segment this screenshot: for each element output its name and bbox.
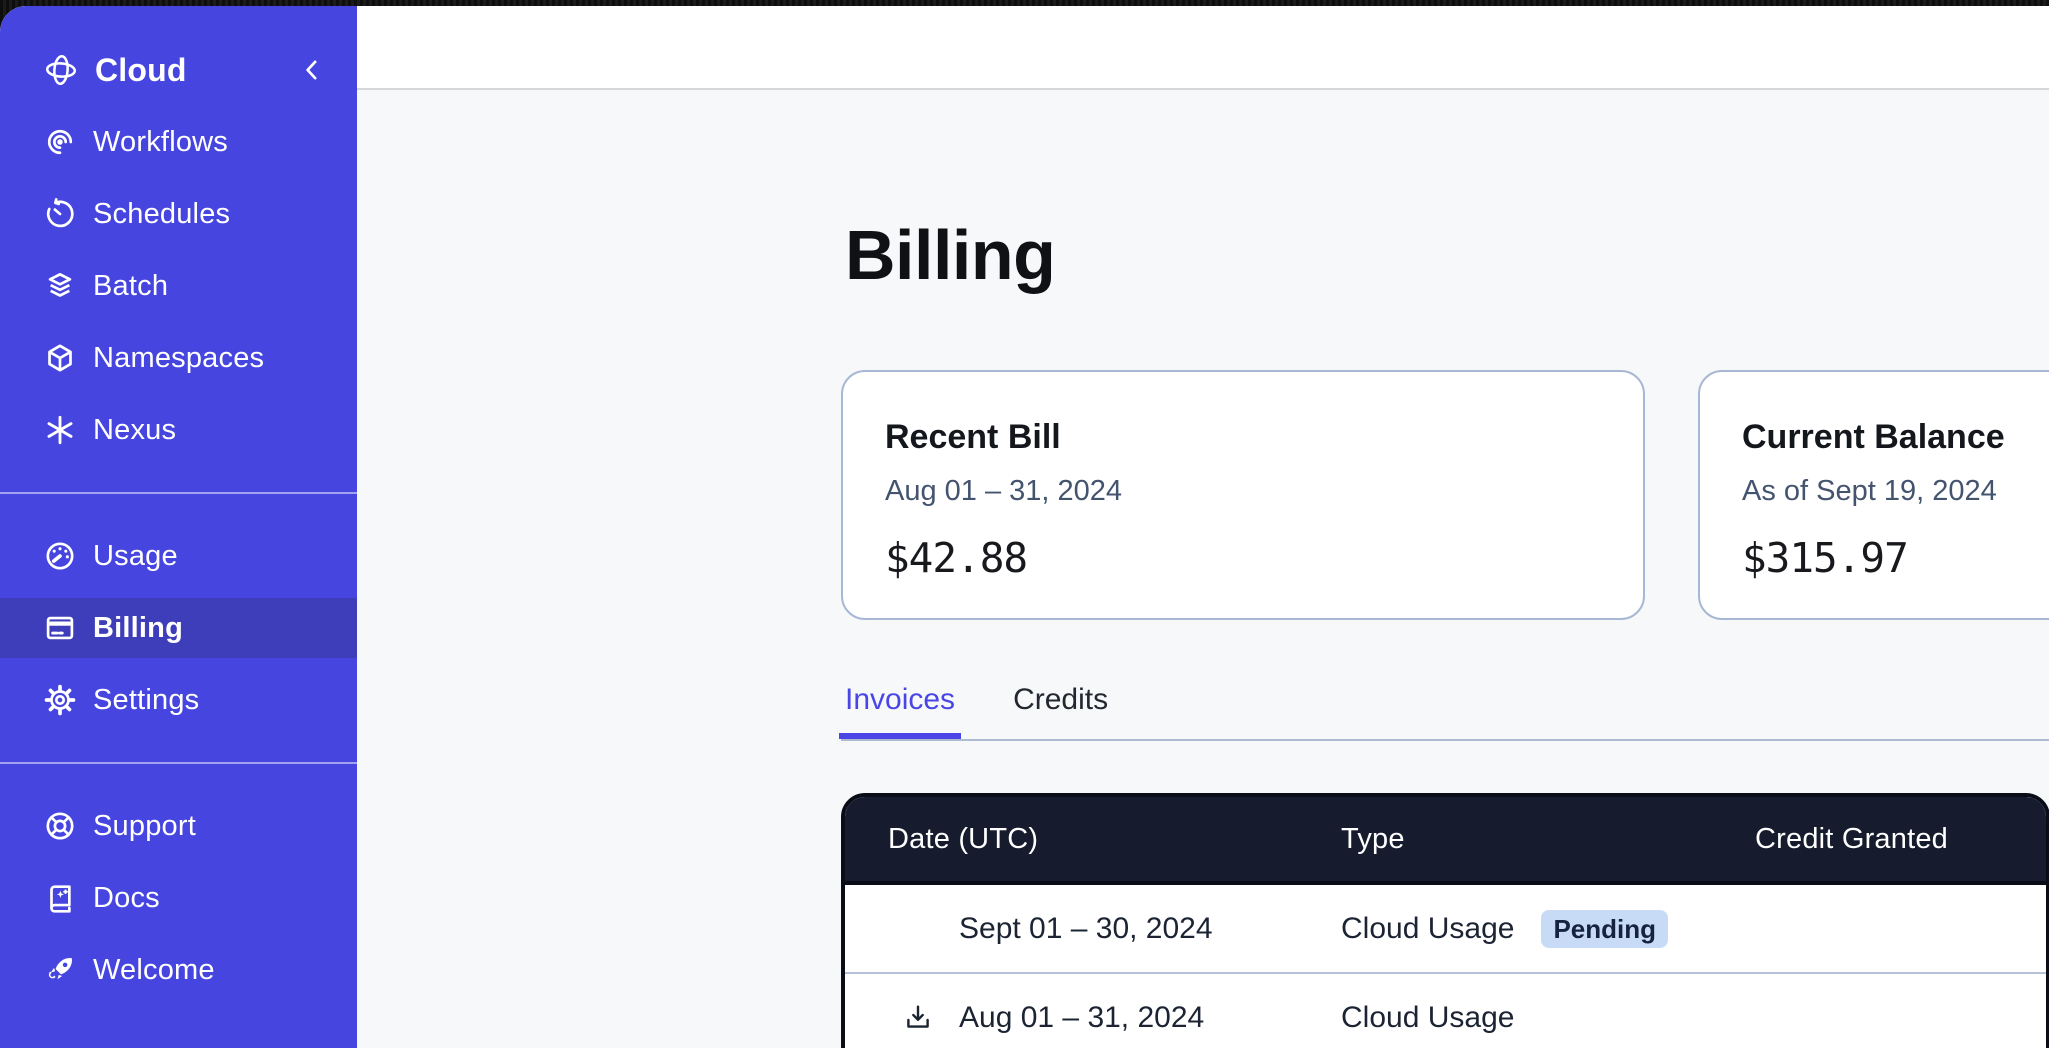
sidebar-item-label: Workflows: [93, 126, 228, 159]
sidebar-item-label: Nexus: [93, 414, 176, 447]
invoice-date: Aug 01 – 31, 2024: [959, 1001, 1204, 1035]
sidebar-divider: [0, 762, 357, 764]
invoice-date-cell: Aug 01 – 31, 2024: [888, 1001, 1341, 1035]
sidebar-item-workflows[interactable]: Workflows: [0, 112, 357, 172]
column-header-credit-granted: Credit Granted: [1755, 823, 2046, 856]
usage-icon: [43, 539, 77, 573]
table-body: Sept 01 – 30, 2024 Cloud Usage Pending Aug …: [845, 885, 2046, 1048]
card-amount: $315.97: [1742, 534, 2049, 582]
tab-credits[interactable]: Credits: [1007, 683, 1114, 739]
topbar: [357, 6, 2049, 90]
sidebar-item-welcome[interactable]: Welcome: [0, 940, 357, 1000]
invoice-date-cell: Sept 01 – 30, 2024: [888, 912, 1341, 946]
sidebar-item-label: Usage: [93, 540, 178, 573]
sidebar-item-usage[interactable]: Usage: [0, 526, 357, 586]
settings-icon: [43, 683, 77, 717]
sidebar-item-namespaces[interactable]: Namespaces: [0, 328, 357, 388]
sidebar-item-nexus[interactable]: Nexus: [0, 400, 357, 460]
column-header-type: Type: [1341, 823, 1755, 856]
card-title: Current Balance: [1742, 416, 2049, 458]
temporal-cloud-logo: [43, 52, 79, 88]
tabs-divider: [841, 739, 2049, 741]
app-window: Cloud Workflows Schedules Batch Namespaces N…: [0, 6, 2049, 1048]
column-header-date-utc: Date (UTC): [888, 823, 1341, 856]
invoice-type: Cloud Usage: [1341, 1001, 1514, 1035]
nexus-icon: [43, 413, 77, 447]
card-subtitle: Aug 01 – 31, 2024: [885, 473, 1601, 509]
docs-icon: [43, 881, 77, 915]
download-slot: [888, 1002, 959, 1034]
tab-invoices[interactable]: Invoices: [839, 683, 961, 739]
invoice-type: Cloud Usage: [1341, 912, 1514, 946]
sidebar-item-schedules[interactable]: Schedules: [0, 184, 357, 244]
sidebar-item-settings[interactable]: Settings: [0, 670, 357, 730]
chevron-left-icon[interactable]: [297, 55, 327, 85]
table-row: Aug 01 – 31, 2024 Cloud Usage: [845, 974, 2046, 1048]
invoices-table: Date (UTC)TypeCredit Granted Sept 01 – 3…: [841, 793, 2049, 1048]
sidebar-nav: Workflows Schedules Batch Namespaces Nexus Us…: [0, 112, 357, 1000]
sidebar-item-label: Support: [93, 810, 196, 843]
recent-bill-card: Recent Bill Aug 01 – 31, 2024 $42.88: [841, 370, 1645, 620]
invoice-type-cell: Cloud Usage Pending: [1341, 910, 1755, 948]
sidebar-item-label: Schedules: [93, 198, 230, 231]
workflows-icon: [43, 125, 77, 159]
main-content: Billing Recent Bill Aug 01 – 31, 2024 $4…: [357, 92, 2049, 1048]
schedules-icon: [43, 197, 77, 231]
page-title: Billing: [845, 220, 1055, 290]
namespaces-icon: [43, 341, 77, 375]
card-amount: $42.88: [885, 534, 1601, 582]
card-subtitle: As of Sept 19, 2024: [1742, 473, 2049, 509]
sidebar-item-label: Billing: [93, 612, 183, 645]
brand-row: Cloud: [0, 40, 357, 100]
card-title: Recent Bill: [885, 416, 1601, 458]
sidebar-item-label: Docs: [93, 882, 160, 915]
sidebar-item-batch[interactable]: Batch: [0, 256, 357, 316]
sidebar-item-support[interactable]: Support: [0, 796, 357, 856]
sidebar-item-label: Batch: [93, 270, 168, 303]
billing-icon: [43, 611, 77, 645]
status-badge: Pending: [1541, 910, 1668, 948]
sidebar-item-docs[interactable]: Docs: [0, 868, 357, 928]
support-icon: [43, 809, 77, 843]
batch-icon: [43, 269, 77, 303]
welcome-icon: [43, 953, 77, 987]
table-header: Date (UTC)TypeCredit Granted: [845, 797, 2046, 885]
invoice-date: Sept 01 – 30, 2024: [959, 912, 1213, 946]
sidebar-item-label: Welcome: [93, 954, 215, 987]
billing-tabs: Invoices Credits: [839, 683, 1114, 739]
sidebar: Cloud Workflows Schedules Batch Namespaces N…: [0, 6, 357, 1048]
sidebar-item-billing[interactable]: Billing: [0, 598, 357, 658]
table-row: Sept 01 – 30, 2024 Cloud Usage Pending: [845, 885, 2046, 974]
sidebar-item-label: Settings: [93, 684, 199, 717]
brand-label: Cloud: [95, 52, 187, 89]
sidebar-divider: [0, 492, 357, 494]
sidebar-item-label: Namespaces: [93, 342, 264, 375]
current-balance-card: Current Balance As of Sept 19, 2024 $315…: [1698, 370, 2049, 620]
invoice-type-cell: Cloud Usage: [1341, 1001, 1755, 1035]
download-icon[interactable]: [902, 1002, 934, 1034]
